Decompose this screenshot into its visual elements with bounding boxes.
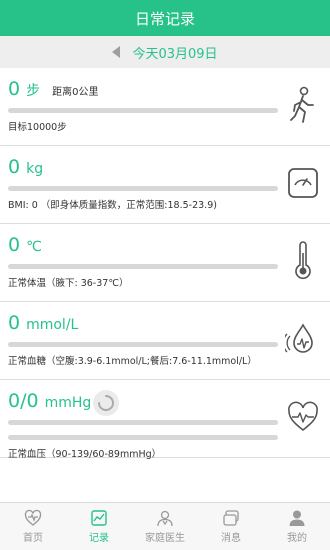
metric-temperature[interactable]: 0 ℃ 正常体温（腋下: 36-37℃） [0,224,330,302]
metric-steps[interactable]: 0 步 距离0公里 目标10000步 [0,68,330,146]
message-icon [223,510,239,526]
date-bar: 今天03月09日 [0,36,330,68]
page-title: 日常记录 [134,9,195,28]
bmi-note: BMI: 0 （即身体质量指数，正常范围:18.5-23.9) [8,200,217,211]
blood-pressure-progress-bar [8,420,278,425]
metric-weight[interactable]: 0 kg BMI: 0 （即身体质量指数，正常范围:18.5-23.9) [0,146,330,224]
scale-icon [284,164,322,202]
user-icon [289,510,305,526]
weight-value: 0 [8,156,21,178]
tab-family-doctor-label: 家庭医生 [145,533,185,544]
loading-spinner-icon [93,390,119,416]
glucose-value: 0 [8,312,21,334]
steps-unit: 步 [26,83,41,99]
tab-mine-label: 我的 [287,533,307,544]
tab-mine[interactable]: 我的 [264,503,330,550]
blood-pressure-progress-bar-secondary [8,435,278,440]
heart-icon [24,509,42,526]
tab-home-label: 首页 [23,533,43,544]
weight-unit: kg [26,161,44,177]
tab-records[interactable]: 记录 [66,503,132,550]
metrics-list: 0 步 距离0公里 目标10000步 0 kg BMI: 0 （即身体质量指数，… [0,68,330,502]
glucose-unit: mmol/L [26,317,79,333]
walking-icon [284,86,322,124]
metric-blood-glucose[interactable]: 0 mmol/L 正常血糖（空腹:3.9-6.1mmol/L;餐后:7.6-11… [0,302,330,380]
tab-records-label: 记录 [89,533,109,544]
steps-value: 0 [8,78,21,100]
prev-day-arrow-icon[interactable] [112,46,121,58]
blood-pressure-value: 0/0 [8,390,39,412]
temperature-progress-bar [8,264,278,269]
temperature-value: 0 [8,234,21,256]
steps-progress-bar [8,108,278,113]
temperature-unit: ℃ [26,239,42,255]
weight-progress-bar [8,186,278,191]
tab-family-doctor[interactable]: 家庭医生 [132,503,198,550]
thermometer-icon [284,241,322,280]
glucose-note: 正常血糖（空腹:3.9-6.1mmol/L;餐后:7.6-11.1mmol/L） [8,356,257,367]
heart-pulse-icon [284,398,322,436]
bottom-tab-bar: 首页 记录 家庭医生 消息 我的 [0,502,330,550]
tab-home[interactable]: 首页 [0,503,66,550]
steps-goal: 目标10000步 [8,122,67,133]
chart-icon [91,510,107,526]
doctor-icon [157,510,173,527]
blood-pressure-note: 正常血压（90-139/60-89mmHg） [8,449,162,460]
steps-distance: 距离0公里 [52,87,99,98]
tab-messages[interactable]: 消息 [198,503,264,550]
app-header: 日常记录 [0,0,330,36]
tab-messages-label: 消息 [221,533,241,544]
metric-blood-pressure[interactable]: 0/0 mmHg 正常血压（90-139/60-89mmHg） [0,380,330,460]
blood-pressure-unit: mmHg [44,395,92,411]
date-label: 今天03月09日 [132,46,218,62]
glucose-progress-bar [8,342,278,347]
blood-drop-icon [284,320,322,358]
temperature-note: 正常体温（腋下: 36-37℃） [8,278,129,289]
